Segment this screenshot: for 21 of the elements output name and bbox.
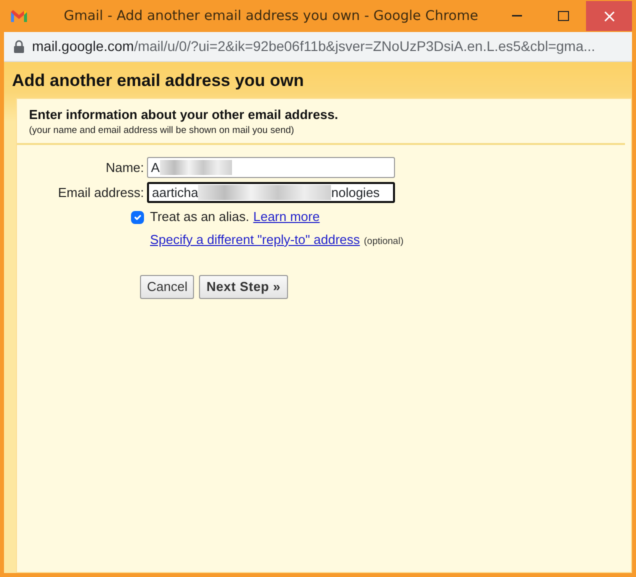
maximize-icon: [558, 11, 568, 21]
address-bar[interactable]: mail.google.com/mail/u/0/?ui=2&ik=92be06f11b&jsver=ZNoUzP3DsiA.en.L.es5&cbl=gma...: [4, 32, 632, 62]
text-field[interactable]: A: [147, 157, 395, 178]
form-heading: Enter information about your other email address.: [29, 106, 340, 124]
field-label: Name:: [104, 159, 145, 177]
dialog-title: Add another email address you own: [11, 70, 305, 92]
close-icon: [604, 10, 614, 22]
next-step-button[interactable]: Next Step »: [199, 275, 288, 299]
lock-icon: [14, 40, 24, 53]
learn-more-link[interactable]: Learn more: [253, 207, 320, 227]
optional-note: (optional): [364, 234, 404, 249]
reply-to-link[interactable]: Specify a different "reply-to" address: [150, 230, 360, 250]
cancel-button[interactable]: Cancel: [140, 275, 194, 299]
minimize-icon: [512, 15, 522, 17]
text-field[interactable]: aarticha nologies: [147, 182, 395, 204]
alias-checkbox[interactable]: [131, 210, 144, 224]
gmail-logo-icon: [10, 9, 28, 23]
alias-label: Treat as an alias.: [150, 208, 250, 226]
form-subheading: (your name and email address will be shown on mail you send): [29, 124, 296, 138]
field-label: Email address:: [57, 184, 145, 202]
window-title: Gmail - Add another email address you own - Google Chrome: [62, 6, 480, 26]
